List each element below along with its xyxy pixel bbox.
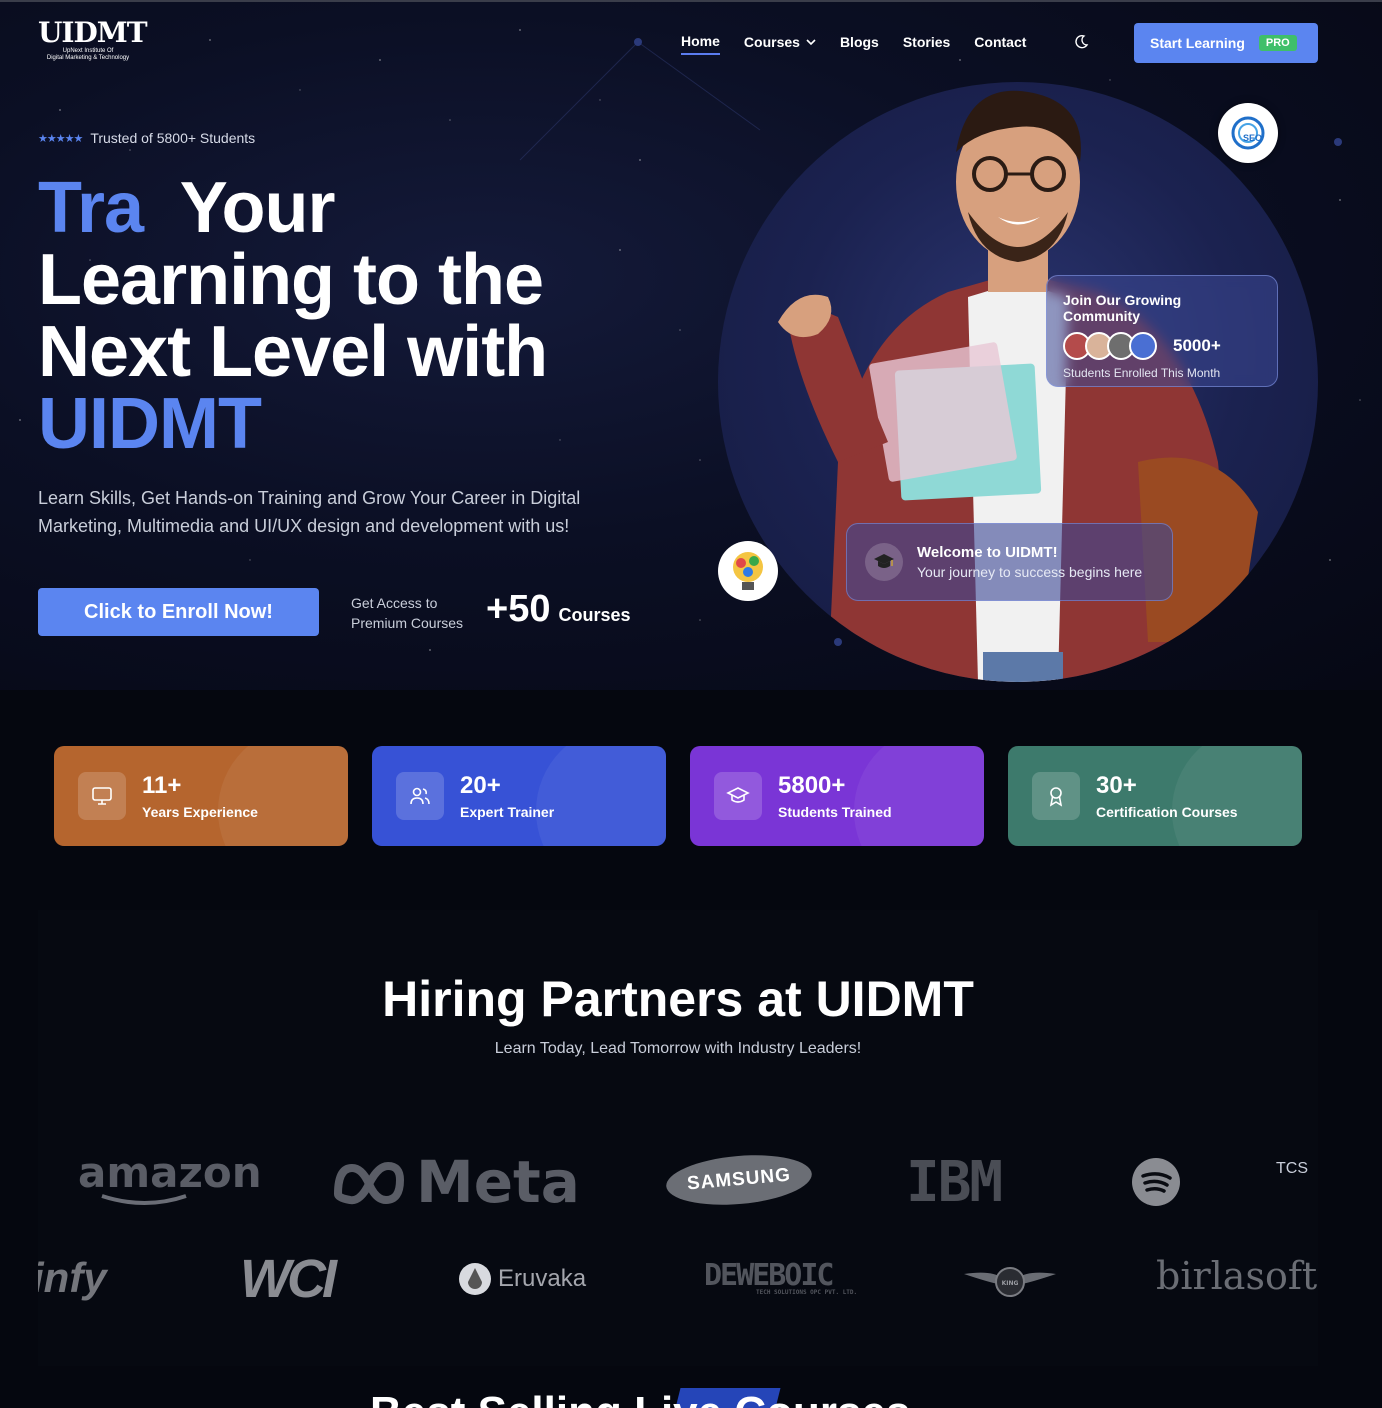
logo-eruvaka-text: Eruvaka [498,1265,587,1292]
logo-spotify [1132,1158,1180,1211]
start-learning-button[interactable]: Start Learning PRO [1134,23,1318,63]
logo-deweboic: DEWEBOIC TECH SOLUTIONS OPC PVT. LTD. [704,1258,857,1296]
stat-number: 11+ [142,772,182,799]
svg-text:KING: KING [1002,1280,1019,1287]
headline-accent-word: Tra [38,168,144,248]
logo-meta: Meta [332,1148,580,1216]
welcome-title: Welcome to UIDMT! [917,544,1058,561]
logo-amazon-text: amazon [78,1148,262,1197]
amazon-smile-icon [101,1194,187,1205]
logo-birlasoft: birlasoft [1156,1254,1317,1298]
logo-king: KING [962,1260,1058,1307]
logo-eruvaka: Eruvaka [458,1262,586,1296]
spotify-icon [1132,1158,1180,1206]
nav-blogs-label: Blogs [839,34,879,50]
meta-infinity-icon [333,1161,405,1205]
stat-number: 5800+ [778,772,846,799]
stat-number: 20+ [460,772,501,799]
courses-word: Courses [558,605,631,625]
logo-deweboic-sub: TECH SOLUTIONS OPC PVT. LTD. [756,1289,858,1296]
logo-tcs-text: TCS [1276,1160,1308,1177]
headline-line-2: Learning to the [38,240,544,320]
chevron-down-icon [806,39,816,46]
hero-subtext: Learn Skills, Get Hands-on Training and … [38,488,581,536]
stat-card-experience: 11+ Years Experience [54,746,348,846]
start-learning-label: Start Learning [1150,35,1245,51]
headline-word-your: Your [179,168,336,248]
nav-blogs[interactable]: Blogs [840,33,879,55]
seo-badge: SEO [1218,103,1278,163]
logo-subtitle-2: Digital Marketing & Technology [46,55,130,61]
avatar [1129,332,1157,360]
stat-card-students: 5800+ Students Trained [690,746,984,846]
nav-stories[interactable]: Stories [903,33,950,55]
nav-courses[interactable]: Courses [744,33,816,55]
courses-number: +50 [486,588,551,630]
welcome-card: Welcome to UIDMT! Your journey to succes… [846,523,1173,601]
logo-amazon: amazon [78,1148,262,1205]
logo-tcs: TCS [1276,1160,1308,1178]
logo-subtitle-1: UpNext Institute Of [62,48,114,54]
stat-card-trainers: 20+ Expert Trainer [372,746,666,846]
winged-emblem-icon: KING [964,1267,1056,1297]
monitor-icon [78,772,126,820]
stat-label: Years Experience [142,804,258,820]
stat-label: Students Trained [778,804,892,820]
headline-line-3: Next Level with [38,312,548,392]
trusted-text: Trusted of 5800+ Students [90,130,256,146]
seo-badge-text: SEO [1243,133,1263,143]
logo-wci: WCI [240,1248,337,1310]
users-icon [396,772,444,820]
top-border [0,0,1382,2]
nav-stories-label: Stories [902,34,951,50]
enroll-button[interactable]: Click to Enroll Now! [38,588,319,636]
nav-contact-label: Contact [974,34,1027,50]
hero-headline: Tra Your Learning to the Next Level with… [38,172,658,460]
trusted-badge: ★★★★★ Trusted of 5800+ Students [38,130,255,146]
courses-count: +50 Courses [486,588,631,631]
nav-home-label: Home [681,33,720,49]
logo-birlasoft-text: birlasoft [1156,1254,1318,1298]
next-section-heading: Best Selling Live Courses [370,1388,910,1408]
logo-samsung: SAMSUNG [664,1149,814,1211]
access-text: Get Access to Premium Courses [351,595,464,631]
stat-label: Certification Courses [1096,804,1238,820]
stat-number: 30+ [1096,772,1137,799]
partners-title: Hiring Partners at UIDMT [382,971,974,1027]
bulb-badge [718,541,778,601]
nav-courses-label: Courses [743,34,800,50]
logo-ibm-text: IBM [906,1150,1003,1215]
logo-text: UIDMT [38,16,148,49]
partners-subtitle: Learn Today, Lead Tomorrow with Industry… [494,1040,862,1057]
logo-meta-text: Meta [416,1148,580,1216]
hiring-partners-section: Hiring Partners at UIDMT Learn Today, Le… [38,910,1318,1366]
logo-ibm: IBM [906,1150,1003,1215]
graduation-cap-icon [714,772,762,820]
eruvaka-drop-icon [459,1263,491,1295]
nav-home[interactable]: Home [681,33,720,55]
welcome-subtitle: Your journey to success begins here [917,564,1143,580]
stat-card-certification: 30+ Certification Courses [1008,746,1302,846]
logo-wci-text: WCI [240,1249,337,1309]
logo-samsung-text: SAMSUNG [686,1164,792,1195]
graduation-cap-icon [865,543,903,581]
nav-contact[interactable]: Contact [974,33,1026,55]
community-subtitle: Students Enrolled This Month [1063,366,1221,380]
award-icon [1032,772,1080,820]
rating-stars-icon: ★★★★★ [38,132,83,145]
community-count: 5000+ [1173,336,1221,355]
main-nav: Home Courses Blogs Stories Contact [681,33,1026,55]
community-card: Join Our Growing Community 5000+ Student… [1046,275,1278,387]
logo-infy-text: infy [38,1254,107,1301]
stat-label: Expert Trainer [460,804,555,820]
pro-badge: PRO [1258,35,1297,51]
lightbulb-icon [733,552,763,590]
community-title: Join Our Growing Community [1063,292,1182,324]
brand-logo[interactable]: UIDMT UpNext Institute Of Digital Market… [38,18,148,68]
avatar-group [1063,332,1157,360]
headline-brand: UIDMT [38,384,262,464]
moon-icon[interactable] [1073,34,1089,50]
logo-deweboic-text: DEWEBOIC [704,1258,834,1293]
logo-infy: infy [38,1254,107,1302]
